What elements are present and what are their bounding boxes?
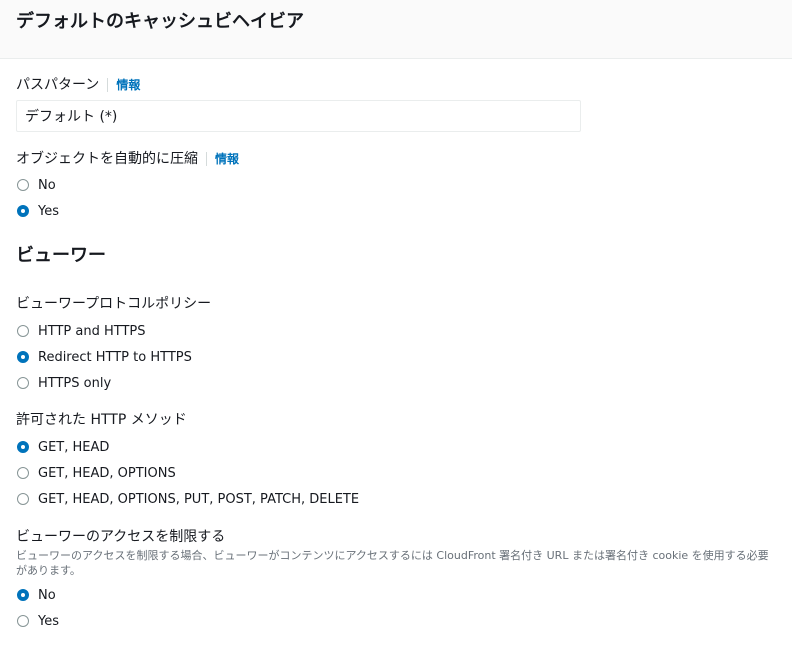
compress-info-link[interactable]: 情報: [206, 152, 239, 166]
allowed-methods-label-row: 許可された HTTP メソッド: [16, 411, 187, 429]
restrict-access-description: ビューワーのアクセスを制限する場合、ビューワーがコンテンツにアクセスするには C…: [16, 549, 769, 577]
restrict-access-label: ビューワーのアクセスを制限する: [16, 529, 226, 545]
methods-all-label: GET, HEAD, OPTIONS, PUT, POST, PATCH, DE…: [38, 491, 360, 507]
protocol-option-http-and-https[interactable]: HTTP and HTTPS: [16, 321, 146, 341]
path-pattern-label: パスパターン: [16, 77, 100, 93]
page-title: デフォルトのキャッシュビヘイビア: [16, 11, 304, 32]
methods-option-get-head-options[interactable]: GET, HEAD, OPTIONS: [16, 463, 176, 483]
compress-yes-label: Yes: [38, 203, 59, 219]
protocol-option-redirect[interactable]: Redirect HTTP to HTTPS: [16, 347, 192, 367]
protocol-policy-label: ビューワープロトコルポリシー: [16, 296, 212, 312]
methods-all-radio[interactable]: [17, 493, 29, 505]
compress-yes-radio[interactable]: [17, 205, 29, 217]
protocol-redirect-label: Redirect HTTP to HTTPS: [38, 349, 192, 365]
protocol-option-https-only[interactable]: HTTPS only: [16, 373, 111, 393]
restrict-yes-radio[interactable]: [17, 615, 29, 627]
methods-get-head-options-radio[interactable]: [17, 467, 29, 479]
restrict-yes-label: Yes: [38, 613, 59, 629]
methods-option-all[interactable]: GET, HEAD, OPTIONS, PUT, POST, PATCH, DE…: [16, 489, 359, 509]
viewer-section-title: ビューワー: [16, 245, 106, 266]
protocol-https-only-label: HTTPS only: [38, 375, 112, 391]
allowed-methods-label: 許可された HTTP メソッド: [16, 412, 187, 428]
methods-get-head-options-label: GET, HEAD, OPTIONS: [38, 465, 176, 481]
protocol-https-only-radio[interactable]: [17, 377, 29, 389]
restrict-no-radio[interactable]: [17, 589, 29, 601]
path-pattern-info-link[interactable]: 情報: [107, 78, 140, 92]
protocol-policy-label-row: ビューワープロトコルポリシー: [16, 295, 211, 313]
protocol-http-and-https-radio[interactable]: [17, 325, 29, 337]
restrict-access-label-row: ビューワーのアクセスを制限する: [16, 528, 225, 546]
path-pattern-input[interactable]: [16, 100, 581, 132]
compress-label: オブジェクトを自動的に圧縮: [16, 151, 198, 167]
restrict-option-yes[interactable]: Yes: [16, 611, 59, 631]
methods-get-head-label: GET, HEAD: [38, 439, 110, 455]
compress-no-label: No: [38, 177, 56, 193]
protocol-http-and-https-label: HTTP and HTTPS: [38, 323, 146, 339]
protocol-redirect-radio[interactable]: [17, 351, 29, 363]
compress-label-row: オブジェクトを自動的に圧縮 情報: [16, 150, 239, 168]
compress-option-yes[interactable]: Yes: [16, 201, 59, 221]
restrict-no-label: No: [38, 587, 56, 603]
compress-no-radio[interactable]: [17, 179, 29, 191]
methods-option-get-head[interactable]: GET, HEAD: [16, 437, 109, 457]
cache-behavior-header: デフォルトのキャッシュビヘイビア: [0, 0, 792, 59]
compress-option-no[interactable]: No: [16, 175, 56, 195]
restrict-option-no[interactable]: No: [16, 585, 56, 605]
methods-get-head-radio[interactable]: [17, 441, 29, 453]
path-pattern-label-row: パスパターン 情報: [16, 76, 140, 94]
